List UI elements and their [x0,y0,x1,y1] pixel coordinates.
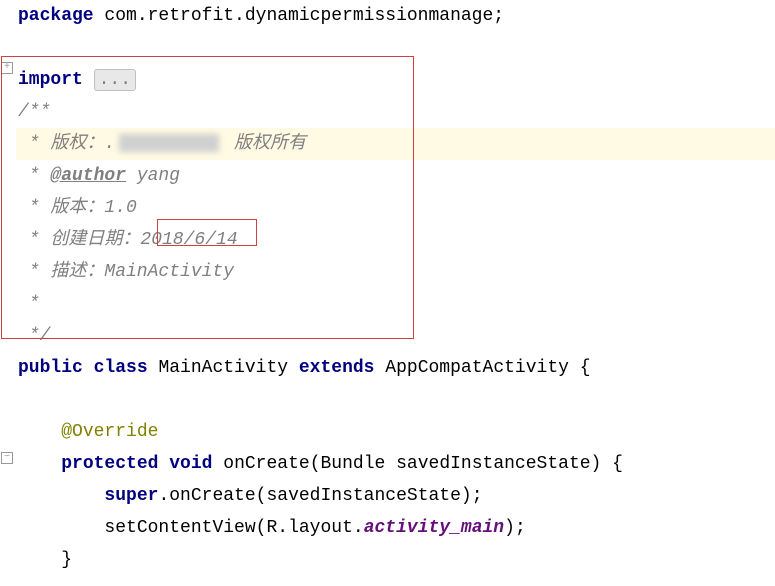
fold-toggle-method[interactable]: − [1,452,13,464]
annotation-override: @Override [61,422,158,442]
javadoc-empty: * [18,294,40,314]
paren-open: ( [256,518,267,538]
code-line: * 版本：1.0 [18,192,775,224]
keyword-protected: protected [61,454,158,474]
setcontentview-call: setContentView [104,518,255,538]
code-line: * @author yang [18,160,775,192]
code-line: protected void onCreate(Bundle savedInst… [18,448,775,480]
paren-close: ) [591,454,602,474]
semicolon: ; [515,518,526,538]
keyword-void: void [169,454,212,474]
javadoc-desc: * 描述：MainActivity [18,262,234,282]
fold-toggle-import[interactable]: + [1,62,13,74]
code-line: * 创建日期：2018/6/14 [18,224,775,256]
code-line: * 描述：MainActivity [18,256,775,288]
paren-open: ( [256,486,267,506]
code-line: import ... [18,64,775,96]
javadoc-author-prefix: * [18,166,50,186]
method-name: onCreate [212,454,309,474]
code-line: @Override [18,416,775,448]
javadoc-copyright-prefix: * 版权：. [18,134,115,154]
method-brace-close: } [61,550,72,570]
layout-resource: activity_main [364,518,504,538]
code-line: public class MainActivity extends AppCom… [18,352,775,384]
javadoc-open: /** [18,102,50,122]
class-name: MainActivity [148,358,299,378]
code-line-highlighted: * 版权：. 版权所有 [0,128,775,160]
blank-line [18,32,775,64]
method-param: Bundle savedInstanceState [321,454,591,474]
folded-ellipsis[interactable]: ... [94,69,136,91]
code-line: * [18,288,775,320]
keyword-public: public [18,358,83,378]
keyword-class: class [94,358,148,378]
r-layout: R.layout. [266,518,363,538]
semicolon: ; [472,486,483,506]
javadoc-author-name: yang [126,166,180,186]
code-editor[interactable]: package com.retrofit.dynamicpermissionma… [0,0,775,576]
gutter: + − [0,0,16,586]
code-line: super.onCreate(savedInstanceState); [18,480,775,512]
code-line: } [18,544,775,576]
javadoc-author-tag: @author [50,166,126,186]
javadoc-date: * 创建日期：2018/6/14 [18,230,238,250]
keyword-import: import [18,70,83,90]
method-brace-open: { [601,454,623,474]
paren-close: ) [504,518,515,538]
keyword-package: package [18,6,94,26]
paren-open: ( [310,454,321,474]
code-line: setContentView(R.layout.activity_main); [18,512,775,544]
super-call: .onCreate [158,486,255,506]
code-line: package com.retrofit.dynamicpermissionma… [18,0,775,32]
brace-open: { [580,358,591,378]
code-line: /** [18,96,775,128]
javadoc-close: */ [18,326,50,346]
package-path: com.retrofit.dynamicpermissionmanage; [94,6,504,26]
blank-line [18,384,775,416]
javadoc-copyright-suffix: 版权所有 [223,134,306,154]
javadoc-version: * 版本：1.0 [18,198,137,218]
keyword-super: super [104,486,158,506]
super-arg: savedInstanceState [266,486,460,506]
superclass-name: AppCompatActivity [375,358,580,378]
code-line: */ [18,320,775,352]
keyword-extends: extends [299,358,375,378]
paren-close: ) [461,486,472,506]
redacted-text [119,134,219,152]
